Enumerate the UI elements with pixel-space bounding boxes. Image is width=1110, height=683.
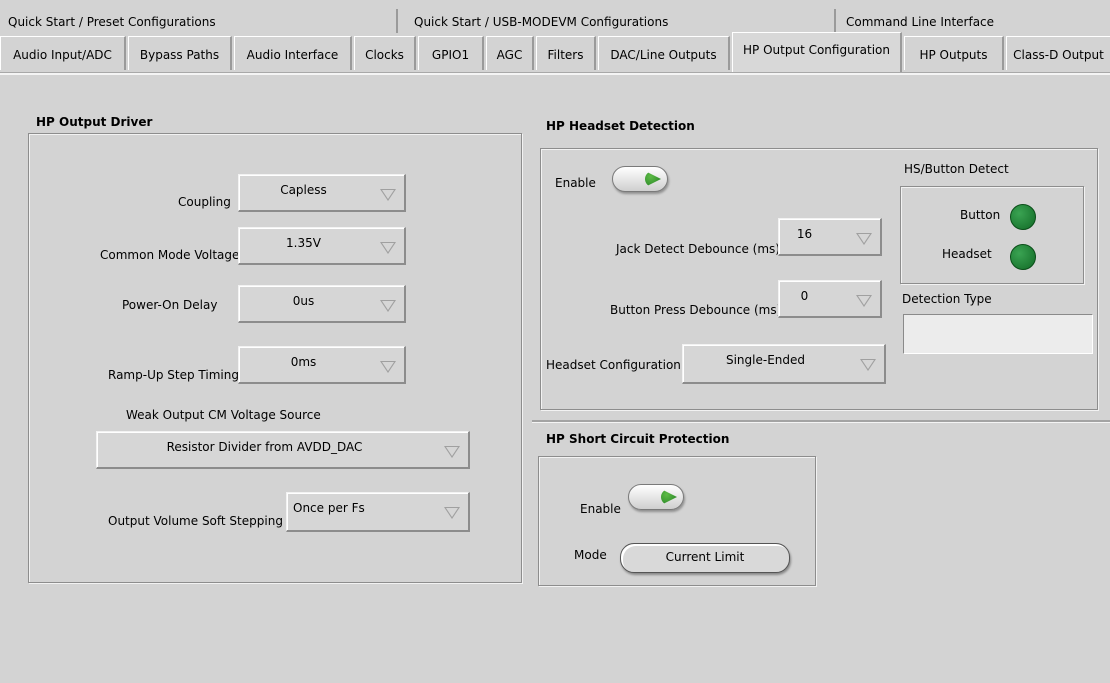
common-mode-value: 1.35V — [286, 236, 321, 250]
headset-config-label: Headset Configuration — [546, 358, 681, 372]
section-divider — [532, 420, 1110, 423]
tab-class-d-output[interactable]: Class-D Output — [1006, 36, 1110, 70]
current-limit-button[interactable]: Current Limit — [620, 543, 790, 573]
hp-short-circuit-title: HP Short Circuit Protection — [546, 432, 730, 446]
headset-config-ring[interactable]: Single-Ended — [682, 344, 886, 384]
main-tab-row: Audio Input/ADC Bypass Paths Audio Inter… — [0, 32, 1110, 72]
common-mode-ring[interactable]: 1.35V — [238, 227, 406, 265]
dropdown-arrow-icon — [856, 233, 872, 245]
dropdown-arrow-icon — [380, 361, 396, 373]
button-debounce-value: 0 — [800, 289, 809, 303]
common-mode-label: Common Mode Voltage — [100, 248, 240, 262]
button-debounce-ring[interactable]: 0 — [778, 280, 882, 318]
tab-agc[interactable]: AGC — [486, 36, 534, 70]
coupling-value: Capless — [280, 183, 327, 197]
weak-output-label: Weak Output CM Voltage Source — [126, 408, 321, 422]
top-tab-row: Quick Start / Preset Configurations Quic… — [0, 9, 1110, 33]
ramp-up-ring[interactable]: 0ms — [238, 346, 406, 384]
dropdown-arrow-icon — [380, 189, 396, 201]
soft-stepping-value: Once per Fs — [293, 501, 365, 515]
tab-hp-outputs[interactable]: HP Outputs — [904, 36, 1004, 70]
power-on-delay-ring[interactable]: 0us — [238, 285, 406, 323]
dropdown-arrow-icon — [444, 507, 460, 519]
tab-bypass-paths[interactable]: Bypass Paths — [128, 36, 232, 70]
tab-baseline — [0, 72, 1110, 75]
coupling-label: Coupling — [178, 195, 231, 209]
headset-config-value: Single-Ended — [725, 353, 806, 367]
mode-label: Mode — [574, 548, 607, 562]
headset-led-indicator — [1010, 244, 1036, 270]
button-led-label: Button — [960, 208, 1001, 222]
toggle-indicator-icon — [661, 489, 677, 505]
headset-led-label: Headset — [942, 247, 992, 261]
power-on-delay-label: Power-On Delay — [122, 298, 218, 312]
tab-quick-start-preset[interactable]: Quick Start / Preset Configurations — [0, 9, 398, 33]
headset-enable-label: Enable — [555, 176, 596, 190]
dropdown-arrow-icon — [860, 359, 876, 371]
tab-audio-interface[interactable]: Audio Interface — [234, 36, 352, 70]
hp-output-driver-title: HP Output Driver — [36, 115, 153, 129]
button-led-indicator — [1010, 204, 1036, 230]
headset-enable-toggle[interactable] — [612, 166, 668, 192]
tab-command-line-interface[interactable]: Command Line Interface — [838, 9, 1110, 33]
weak-output-value: Resistor Divider from AVDD_DAC — [166, 440, 363, 454]
toggle-indicator-icon — [645, 171, 661, 187]
weak-output-ring[interactable]: Resistor Divider from AVDD_DAC — [96, 431, 470, 469]
soft-stepping-ring[interactable]: Once per Fs — [286, 492, 470, 532]
tab-filters[interactable]: Filters — [536, 36, 596, 70]
dropdown-arrow-icon — [380, 300, 396, 312]
detection-type-label: Detection Type — [902, 292, 992, 306]
tab-audio-input-adc[interactable]: Audio Input/ADC — [0, 36, 126, 70]
soft-stepping-label: Output Volume Soft Stepping — [108, 514, 283, 528]
ramp-up-value: 0ms — [290, 355, 317, 369]
button-debounce-label: Button Press Debounce (ms) — [610, 303, 782, 317]
tab-clocks[interactable]: Clocks — [354, 36, 416, 70]
dropdown-arrow-icon — [380, 242, 396, 254]
hs-button-detect-group — [900, 186, 1084, 284]
short-circuit-enable-label: Enable — [580, 502, 621, 516]
hs-button-detect-title: HS/Button Detect — [904, 162, 1009, 176]
dropdown-arrow-icon — [856, 295, 872, 307]
hp-headset-detection-title: HP Headset Detection — [546, 119, 695, 133]
dropdown-arrow-icon — [444, 446, 460, 458]
ramp-up-label: Ramp-Up Step Timing — [108, 368, 239, 382]
coupling-ring[interactable]: Capless — [238, 174, 406, 212]
tab-gpio1[interactable]: GPIO1 — [418, 36, 484, 70]
detection-type-field — [903, 314, 1093, 354]
tab-dac-line-outputs[interactable]: DAC/Line Outputs — [598, 36, 730, 70]
jack-debounce-value: 16 — [796, 227, 813, 241]
short-circuit-enable-toggle[interactable] — [628, 484, 684, 510]
jack-debounce-label: Jack Detect Debounce (ms) — [616, 242, 780, 256]
tab-quick-start-usb-modevm[interactable]: Quick Start / USB-MODEVM Configurations — [406, 9, 836, 33]
power-on-delay-value: 0us — [292, 294, 315, 308]
jack-debounce-ring[interactable]: 16 — [778, 218, 882, 256]
tab-hp-output-configuration[interactable]: HP Output Configuration — [732, 32, 902, 72]
